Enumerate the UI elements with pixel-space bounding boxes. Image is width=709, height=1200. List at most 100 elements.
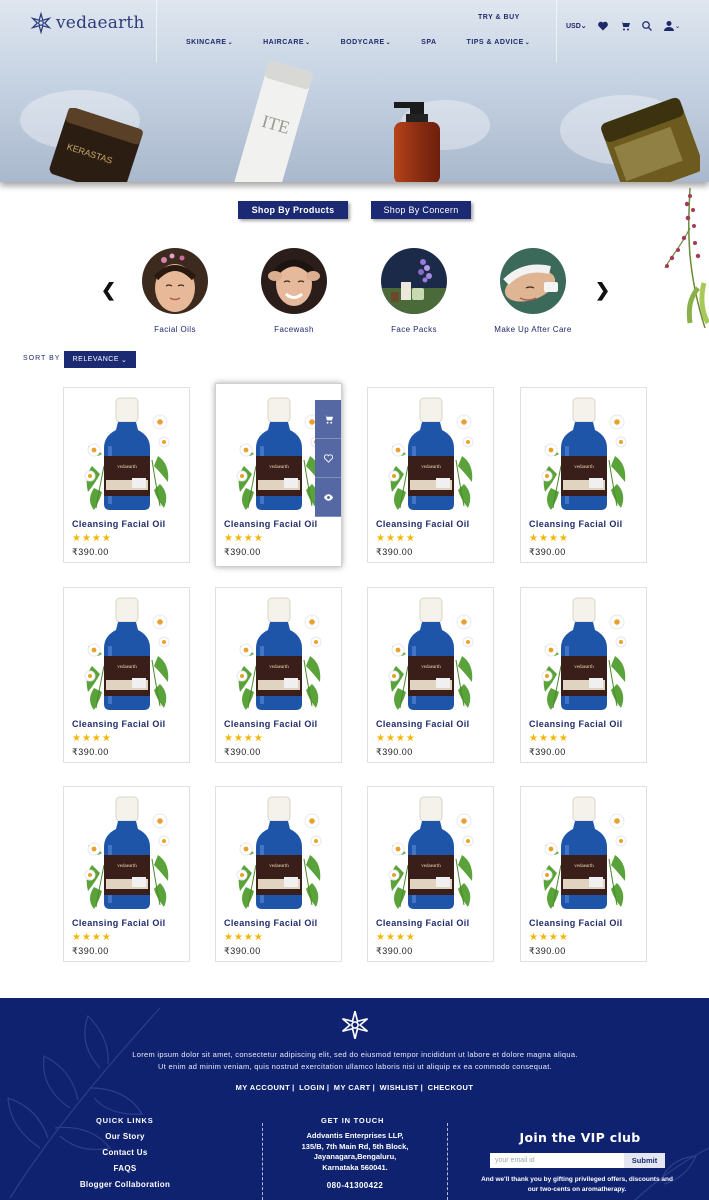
- vip-club-title: Join the VIP club: [519, 1130, 641, 1145]
- category-label: Make Up After Care: [494, 325, 572, 334]
- quick-view-button[interactable]: [315, 478, 341, 517]
- try-buy-link[interactable]: TRY & BUY: [478, 14, 520, 21]
- product-card[interactable]: vedaearth Cleansing Facial Oil ★★★★ ₹390.0…: [63, 587, 190, 763]
- product-image[interactable]: vedaearth: [386, 596, 476, 714]
- product-card[interactable]: vedaearth Cleansing Facial Oil ★★★★ ₹390.0…: [520, 387, 647, 563]
- hero-banner: KERASTAS ITE vedaearth TRY & BUY SKINCAR…: [0, 0, 709, 182]
- category-facewash[interactable]: Facewash: [239, 248, 349, 334]
- submit-button[interactable]: Submit: [624, 1153, 665, 1168]
- product-card[interactable]: vedaearth Cleansing Facial Oil ★★★★ ₹390.0…: [367, 387, 494, 563]
- footer-link-checkout[interactable]: CHECKOUT: [428, 1083, 474, 1092]
- footer-link-wishlist[interactable]: WISHLIST: [380, 1083, 419, 1092]
- category-label: Face Packs: [391, 325, 437, 334]
- email-field[interactable]: your email id: [490, 1153, 624, 1168]
- footer-link-login[interactable]: LOGIN: [299, 1083, 325, 1092]
- product-price: ₹390.00: [224, 946, 261, 956]
- nav-tips-advice[interactable]: TIPS & ADVICE⌄: [467, 39, 531, 46]
- svg-text:vedaearth: vedaearth: [421, 665, 441, 670]
- nav-haircare[interactable]: HAIRCARE⌄: [263, 39, 310, 46]
- footer-link-contact-us[interactable]: Contact Us: [60, 1148, 190, 1157]
- product-gold-jar-image: [601, 97, 700, 182]
- product-image[interactable]: vedaearth: [234, 596, 324, 714]
- tab-shop-by-products[interactable]: Shop By Products: [238, 201, 348, 219]
- product-name[interactable]: Cleansing Facial Oil: [224, 519, 318, 529]
- star-rating: ★★★★: [72, 733, 112, 744]
- product-card[interactable]: vedaearth Cleansing Facial Oil ★★★★ ₹390.0…: [367, 786, 494, 962]
- category-facial-oils[interactable]: Facial Oils: [120, 248, 230, 334]
- star-rating: ★★★★: [72, 932, 112, 943]
- chevron-down-icon: ⌄: [674, 23, 681, 30]
- product-name[interactable]: Cleansing Facial Oil: [72, 719, 166, 729]
- product-card[interactable]: vedaearth Cleansing Facial Oil ★★★★ ₹390.0…: [215, 383, 342, 567]
- product-name[interactable]: Cleansing Facial Oil: [376, 719, 470, 729]
- product-name[interactable]: Cleansing Facial Oil: [376, 519, 470, 529]
- product-image[interactable]: vedaearth: [82, 596, 172, 714]
- product-name[interactable]: Cleansing Facial Oil: [72, 918, 166, 928]
- product-name[interactable]: Cleansing Facial Oil: [529, 719, 623, 729]
- product-image[interactable]: vedaearth: [539, 396, 629, 514]
- nav-bodycare[interactable]: BODYCARE⌄: [341, 39, 392, 46]
- footer-link-our-story[interactable]: Our Story: [60, 1132, 190, 1141]
- footer-link-faqs[interactable]: FAQS: [60, 1164, 190, 1173]
- product-card[interactable]: vedaearth Cleansing Facial Oil ★★★★ ₹390.0…: [520, 587, 647, 763]
- product-image[interactable]: vedaearth: [82, 396, 172, 514]
- product-price: ₹390.00: [72, 747, 109, 757]
- product-name[interactable]: Cleansing Facial Oil: [529, 918, 623, 928]
- sort-select[interactable]: RELEVANCE ⌄: [64, 351, 136, 368]
- category-face-packs[interactable]: Face Packs: [359, 248, 469, 334]
- footer-divider: [262, 1123, 263, 1200]
- svg-text:vedaearth: vedaearth: [269, 665, 289, 670]
- product-name[interactable]: Cleansing Facial Oil: [224, 918, 318, 928]
- search-icon[interactable]: [641, 20, 653, 32]
- product-name[interactable]: Cleansing Facial Oil: [376, 918, 470, 928]
- heart-icon[interactable]: [597, 20, 609, 32]
- cart-icon[interactable]: [619, 20, 631, 32]
- quick-actions-panel: [315, 400, 341, 517]
- lotus-logo-icon: [341, 1011, 369, 1039]
- product-card[interactable]: vedaearth Cleansing Facial Oil ★★★★ ₹390.0…: [520, 786, 647, 962]
- product-image[interactable]: vedaearth: [386, 396, 476, 514]
- lotus-logo-icon: [30, 12, 52, 34]
- footer-account-links: MY ACCOUNT | LOGIN | MY CART | WISHLIST | CH…: [235, 1083, 474, 1092]
- carousel-prev-arrow-icon[interactable]: ❮: [101, 280, 116, 301]
- product-name[interactable]: Cleansing Facial Oil: [529, 519, 623, 529]
- product-card[interactable]: vedaearth Cleansing Facial Oil ★★★★ ₹390.0…: [63, 786, 190, 962]
- footer-link-my-cart[interactable]: MY CART: [334, 1083, 371, 1092]
- category-make-up-after-care[interactable]: Make Up After Care: [478, 248, 588, 334]
- product-card[interactable]: vedaearth Cleansing Facial Oil ★★★★ ₹390.0…: [63, 387, 190, 563]
- cart-icon: [323, 414, 333, 424]
- nav-spa[interactable]: SPA: [421, 39, 436, 46]
- product-card[interactable]: vedaearth Cleansing Facial Oil ★★★★ ₹390.0…: [367, 587, 494, 763]
- svg-text:vedaearth: vedaearth: [269, 465, 289, 470]
- category-image: [261, 248, 327, 314]
- currency-selector[interactable]: USD⌄: [566, 22, 587, 30]
- product-card[interactable]: vedaearth Cleansing Facial Oil ★★★★ ₹390.0…: [215, 587, 342, 763]
- product-image[interactable]: vedaearth: [539, 596, 629, 714]
- svg-text:vedaearth: vedaearth: [269, 864, 289, 869]
- carousel-next-arrow-icon[interactable]: ❯: [595, 280, 610, 301]
- star-rating: ★★★★: [72, 533, 112, 544]
- product-image[interactable]: vedaearth: [539, 795, 629, 913]
- product-image[interactable]: vedaearth: [386, 795, 476, 913]
- footer-link-my-account[interactable]: MY ACCOUNT: [236, 1083, 290, 1092]
- star-rating: ★★★★: [529, 932, 569, 943]
- footer: Lorem ipsum dolor sit amet, consectetur …: [0, 998, 709, 1200]
- main-nav: SKINCARE⌄ HAIRCARE⌄ BODYCARE⌄ SPA TIPS &…: [186, 39, 560, 46]
- add-to-cart-button[interactable]: [315, 400, 341, 439]
- product-image[interactable]: vedaearth: [82, 795, 172, 913]
- product-image[interactable]: vedaearth: [234, 795, 324, 913]
- product-tube-image: ITE: [234, 61, 313, 182]
- add-to-wishlist-button[interactable]: [315, 439, 341, 478]
- footer-phone[interactable]: 080-41300422: [270, 1181, 440, 1190]
- tab-shop-by-concern[interactable]: Shop By Concern: [371, 201, 471, 219]
- nav-skincare[interactable]: SKINCARE⌄: [186, 39, 233, 46]
- star-rating: ★★★★: [376, 932, 416, 943]
- footer-link-blogger-collaboration[interactable]: Blogger Collaboration: [60, 1180, 190, 1189]
- product-name[interactable]: Cleansing Facial Oil: [72, 519, 166, 529]
- product-card[interactable]: vedaearth Cleansing Facial Oil ★★★★ ₹390.0…: [215, 786, 342, 962]
- brand-logo[interactable]: vedaearth: [30, 12, 145, 34]
- product-name[interactable]: Cleansing Facial Oil: [224, 719, 318, 729]
- user-icon: [663, 21, 674, 31]
- product-image[interactable]: vedaearth: [234, 396, 324, 514]
- user-menu[interactable]: ⌄: [663, 20, 681, 32]
